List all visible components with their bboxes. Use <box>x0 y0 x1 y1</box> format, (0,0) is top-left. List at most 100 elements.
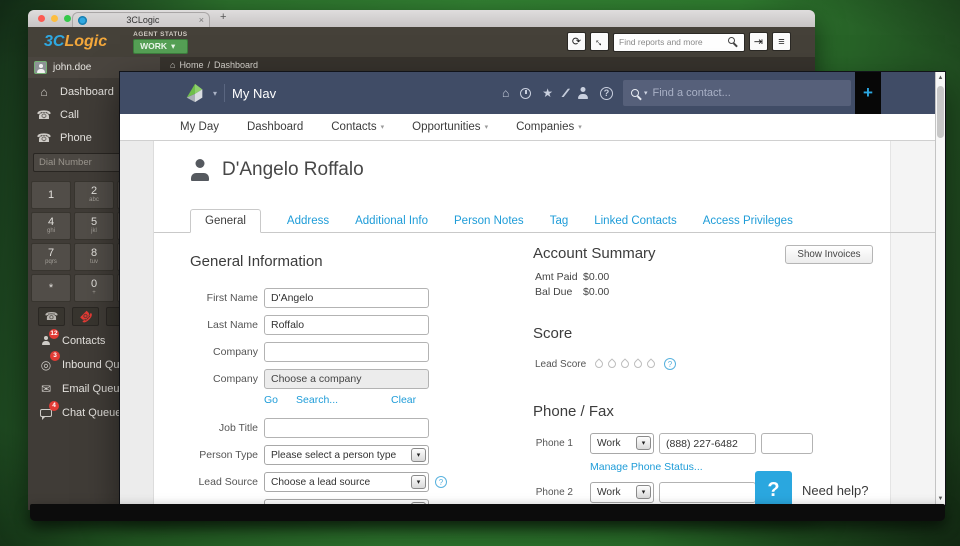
search-link[interactable]: Search... <box>296 394 338 406</box>
flame-icon <box>632 358 644 370</box>
need-help-button[interactable]: ? <box>755 471 792 505</box>
help-icon[interactable]: ? <box>435 476 447 488</box>
company-picker-input[interactable] <box>264 369 429 389</box>
clear-link[interactable]: Clear <box>391 394 416 406</box>
dialpad-key-8[interactable]: 8 tuv <box>74 243 114 271</box>
tab-address[interactable]: Address <box>287 210 329 232</box>
lead-source-row: Lead Source Choose a lead source ▾ ? <box>190 472 447 492</box>
star-icon[interactable]: ★ <box>542 86 553 100</box>
page-background: 3CLogic × + 3CLogic AGENT STATUS WORK ▾ ⟳… <box>0 0 960 546</box>
person-type-select[interactable]: Please select a person type ▾ <box>264 445 429 465</box>
call-icon: ☎ <box>36 108 52 122</box>
expand-icon: ↔ <box>591 33 608 50</box>
tab-person-notes[interactable]: Person Notes <box>454 210 524 232</box>
tab-linked-contacts[interactable]: Linked Contacts <box>594 210 676 232</box>
tab-close-icon[interactable]: × <box>199 15 204 25</box>
signout-icon: ⇥ <box>753 36 764 49</box>
phone-icon: ☎ <box>44 311 59 323</box>
dialpad-key-5[interactable]: 5 jkl <box>74 212 114 240</box>
nav-item-contacts[interactable]: Contacts ▾ <box>331 121 384 133</box>
tab-tag[interactable]: Tag <box>550 210 569 232</box>
minimize-window-button[interactable] <box>51 15 58 22</box>
chevron-down-icon: ▾ <box>411 475 426 489</box>
phone1-type-select[interactable]: Work ▾ <box>590 433 654 454</box>
chevron-down-icon[interactable]: ▾ <box>213 89 217 98</box>
dialpad-key-4[interactable]: 4 ghi <box>31 212 71 240</box>
contact-tabs: General Address Additional Info Person N… <box>154 207 935 233</box>
tab-general[interactable]: General <box>190 209 261 233</box>
first-name-input[interactable] <box>264 288 429 308</box>
nav-item-opportunities[interactable]: Opportunities ▾ <box>412 121 488 133</box>
chevron-down-icon: ▾ <box>578 124 582 131</box>
recent-icon[interactable] <box>520 87 532 99</box>
contact-person-icon <box>190 159 210 181</box>
home-icon: ⌂ <box>40 85 48 99</box>
breadcrumb: ⌂ Home / Dashboard <box>160 57 815 72</box>
nav-item-dashboard[interactable]: Dashboard <box>247 121 303 133</box>
zoom-window-button[interactable] <box>64 15 71 22</box>
expand-button[interactable]: ↔ <box>590 32 609 52</box>
agent-status-button[interactable]: WORK ▾ <box>133 38 188 54</box>
avatar <box>34 61 47 74</box>
new-tab-button[interactable]: + <box>220 11 226 23</box>
phone-icon: ☎ <box>36 131 52 145</box>
general-info-heading: General Information <box>190 253 323 270</box>
search-caret-icon[interactable]: ▾ <box>644 89 648 97</box>
phone2-number-input[interactable] <box>659 482 756 503</box>
show-invoices-button[interactable]: Show Invoices <box>785 245 873 264</box>
phone1-number-input[interactable] <box>659 433 756 454</box>
job-title-input[interactable] <box>264 418 429 438</box>
refresh-button[interactable]: ⟳ <box>567 32 586 52</box>
phone2-type-select[interactable]: Work ▾ <box>590 482 654 503</box>
nav-item-companies[interactable]: Companies ▾ <box>516 121 582 133</box>
scrollbar-thumb[interactable] <box>937 86 944 138</box>
hangup-button[interactable]: ☎ <box>72 307 99 326</box>
chevron-down-icon: ▾ <box>171 40 176 51</box>
slashes-icon[interactable]: ∕∕ <box>564 86 567 100</box>
company-row: Company <box>190 342 429 362</box>
tab-favicon <box>78 15 87 25</box>
manage-phone-status-link[interactable]: Manage Phone Status... <box>590 461 703 473</box>
help-icon[interactable]: ? <box>600 86 614 100</box>
score-heading: Score <box>533 325 573 342</box>
nav-item-my-day[interactable]: My Day <box>180 121 219 133</box>
close-window-button[interactable] <box>38 15 45 22</box>
dialpad-key-star[interactable]: * <box>31 274 71 302</box>
lead-source-select[interactable]: Choose a lead source ▾ <box>264 472 429 492</box>
home-icon[interactable]: ⌂ <box>502 86 509 100</box>
signout-button[interactable]: ⇥ <box>749 32 768 52</box>
dialpad-key-2[interactable]: 2 abc <box>74 181 114 209</box>
person-icon[interactable] <box>577 87 589 99</box>
vertical-scrollbar[interactable]: ▲ ▼ <box>935 72 945 505</box>
dial-call-button[interactable]: ☎ <box>38 307 65 326</box>
hamburger-icon: ≡ <box>778 35 785 48</box>
contact-search-input[interactable] <box>652 87 843 99</box>
brand-area[interactable]: ▾ My Nav <box>184 72 276 114</box>
home-icon[interactable]: ⌂ <box>170 60 175 70</box>
reports-search-input[interactable] <box>613 32 745 52</box>
plus-icon: + <box>863 83 873 102</box>
crm-toolbar-actions: ⟳ ↔ ⇥ ≡ <box>567 32 791 52</box>
scroll-up-icon[interactable]: ▲ <box>936 75 945 81</box>
dialpad-key-0[interactable]: 0 + <box>74 274 114 302</box>
mail-icon: ✉ <box>40 382 52 396</box>
flame-icon <box>645 358 657 370</box>
go-link[interactable]: Go <box>264 394 278 406</box>
add-record-button[interactable]: + <box>855 72 881 114</box>
menu-button[interactable]: ≡ <box>772 32 791 52</box>
company-input[interactable] <box>264 342 429 362</box>
scroll-down-icon[interactable]: ▼ <box>936 496 945 502</box>
last-name-input[interactable] <box>264 315 429 335</box>
help-icon[interactable]: ? <box>664 358 676 370</box>
job-title-row: Job Title <box>190 418 429 438</box>
dialpad-key-7[interactable]: 7 pqrs <box>31 243 71 271</box>
tab-access-privileges[interactable]: Access Privileges <box>703 210 793 232</box>
dialpad-key-1[interactable]: 1 <box>31 181 71 209</box>
lead-score-flames[interactable] <box>593 358 657 370</box>
account-summary-heading: Account Summary <box>533 245 656 262</box>
phone1-ext-input[interactable] <box>761 433 813 454</box>
browser-tab[interactable]: 3CLogic × <box>72 12 210 27</box>
tab-additional-info[interactable]: Additional Info <box>355 210 428 232</box>
amt-paid-row: Amt Paid $0.00 <box>535 271 610 283</box>
mac-titlebar: 3CLogic × + <box>28 10 815 27</box>
